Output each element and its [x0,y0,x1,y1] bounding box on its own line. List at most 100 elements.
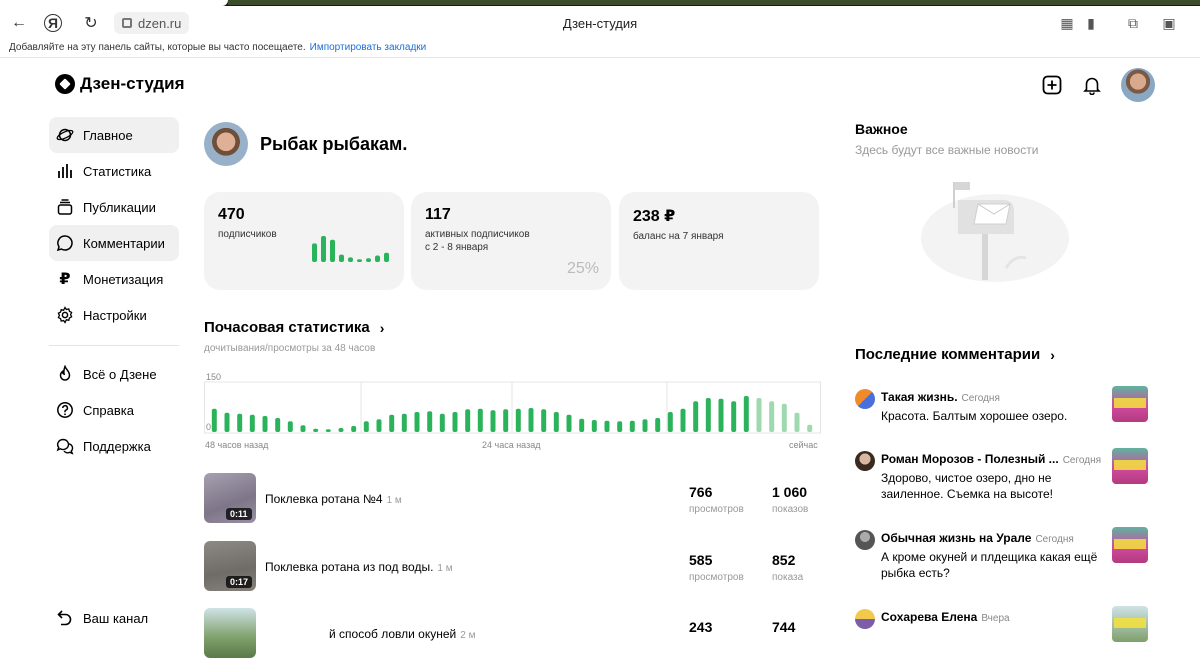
comment-video-thumbnail[interactable] [1112,386,1148,422]
sidebar-item-label: Публикации [83,199,156,215]
comment-avatar[interactable] [855,451,875,471]
sidebar-item-about[interactable]: Всё о Дзене [49,356,179,392]
comment-text: Красота. Балтым хорошее озеро. [881,409,1068,423]
comment-avatar[interactable] [855,389,875,409]
hourly-stats-subtitle: дочитывания/просмотры за 48 часов [204,343,376,354]
sidebar-item-main[interactable]: Главное [49,117,179,153]
shows-stat: 852 показа [772,552,803,583]
publication-title-block[interactable]: Поклевка ротана из под воды. 1 м [265,560,453,574]
publication-title-block[interactable]: Поклевка ротана №4 1 м [265,492,402,506]
chart-bar [262,416,268,432]
logo-text: Дзен-студия [80,74,185,93]
comment-text: А кроме окуней и плдещика какая ещё рыбк… [881,550,1098,580]
publication-age: 1 м [437,563,453,574]
x-axis-mid-label: 24 часа назад [482,440,541,450]
channel-name: Рыбак рыбакам. [260,133,408,154]
active-subscribers-count: 117 [425,206,451,223]
mini-chart-bar [357,259,362,262]
notifications-button[interactable] [1081,74,1103,96]
hourly-stats-title[interactable]: Почасовая статистика › [204,319,384,336]
chevron-right-icon: › [1050,346,1055,363]
bell-icon [1083,77,1101,95]
latest-comments-title[interactable]: Последние комментарии › [855,346,1055,363]
chart-bar [427,411,433,432]
y-axis-bottom-label: 0 [206,422,211,432]
sidebar-bottom: Ваш канал [49,600,179,636]
chart-bar [629,420,635,432]
chart-bar [528,408,534,432]
bookmarks-hint: Добавляйте на эту панель сайты, которые … [9,42,306,53]
chart-bar [807,424,813,432]
publication-row[interactable]: 0:11 Поклевка ротана №4 1 м 766 просмотров… [204,473,824,525]
comment-avatar[interactable] [855,609,875,629]
views-label: просмотров [689,572,744,583]
translate-icon[interactable]: ⧉ [1124,14,1142,32]
mailbox-illustration-icon [921,182,1069,282]
publication-age: 2 м [460,630,476,641]
address-bar[interactable]: dzen.ru [114,12,190,34]
chart-bar [452,412,458,432]
sidebar-item-help[interactable]: Справка [49,392,179,428]
chart-bar [541,409,547,432]
stack-icon [55,197,75,217]
publication-row[interactable]: 0:17 Поклевка ротана из под воды. 1 м 585… [204,541,824,593]
balance-card[interactable]: 238 ₽ баланс на 7 января [619,192,819,290]
chart-bar [414,412,420,432]
comment-video-thumbnail[interactable] [1112,606,1148,642]
comment-video-thumbnail[interactable] [1112,527,1148,563]
comment-author-block: Такая жизнь. Сегодня [881,390,1000,404]
plus-square-icon [1042,75,1062,95]
chart-bar [237,413,243,432]
extension-icon[interactable]: ▦ [1058,14,1076,32]
user-avatar[interactable] [1121,68,1155,102]
sidebar-item-label: Всё о Дзене [83,366,157,382]
sidebar-item-settings[interactable]: Настройки [49,297,179,333]
chart-bar [731,401,737,432]
reload-icon[interactable]: ↻ [80,12,102,34]
subscribers-card[interactable]: 470 подписчиков [204,192,404,290]
sidebar-item-your-channel[interactable]: Ваш канал [49,600,179,636]
chart-bar [439,413,445,432]
chart-bar [693,401,699,432]
balance-label: баланс на 7 января [633,231,724,242]
shows-stat: 1 060 показов [772,484,808,515]
chart-bar [363,421,369,432]
chart-bar [515,408,521,432]
sidebar-item-publications[interactable]: Публикации [49,189,179,225]
sidebar-item-label: Справка [83,402,134,418]
chart-bar [680,408,686,432]
sidebar-item-monetization[interactable]: ₽ Монетизация [49,261,179,297]
downloads-icon[interactable]: ▣ [1160,14,1178,32]
publication-title-block[interactable]: й способ ловли окуней 2 м [329,627,475,641]
publication-title: Поклевка ротана из под воды. [265,560,434,574]
dzen-studio-logo[interactable]: Дзен-студия [55,74,185,94]
chart-bar [490,410,496,432]
latest-comments-title-text: Последние комментарии [855,346,1041,363]
back-icon[interactable]: ← [8,12,30,34]
sidebar-item-support[interactable]: Поддержка [49,428,179,464]
sidebar-item-comments[interactable]: Комментарии [49,225,179,261]
sidebar-item-label: Комментарии [83,235,165,251]
create-button[interactable] [1041,74,1063,96]
chart-bar [300,425,306,432]
video-thumbnail[interactable] [204,608,256,658]
bookmark-icon[interactable]: ▮ [1082,14,1100,32]
help-icon [55,400,75,420]
video-duration: 0:17 [226,576,253,588]
active-subscribers-card[interactable]: 117 активных подписчиков с 2 - 8 января … [411,192,611,290]
yandex-icon[interactable]: Я [44,14,62,32]
views-stat: 585 просмотров [689,552,744,583]
browser-toolbar: ← Я ↻ dzen.ru Дзен-студия ▦ ▮ ⧉ ▣ [0,6,1200,38]
active-subscribers-label-block: активных подписчиков с 2 - 8 января [425,228,597,254]
flame-icon [55,364,75,384]
publication-row[interactable]: й способ ловли окуней 2 м 243 744 [204,608,824,660]
mini-chart-bar [339,254,344,262]
import-bookmarks-link[interactable]: Импортировать закладки [310,42,427,53]
channel-avatar[interactable] [204,122,248,166]
comment-video-thumbnail[interactable] [1112,448,1148,484]
chart-bar [579,418,585,432]
subscribers-mini-chart [312,236,389,262]
comment-author: Роман Морозов - Полезный ... [881,452,1059,466]
sidebar-item-stats[interactable]: Статистика [49,153,179,189]
comment-avatar[interactable] [855,530,875,550]
